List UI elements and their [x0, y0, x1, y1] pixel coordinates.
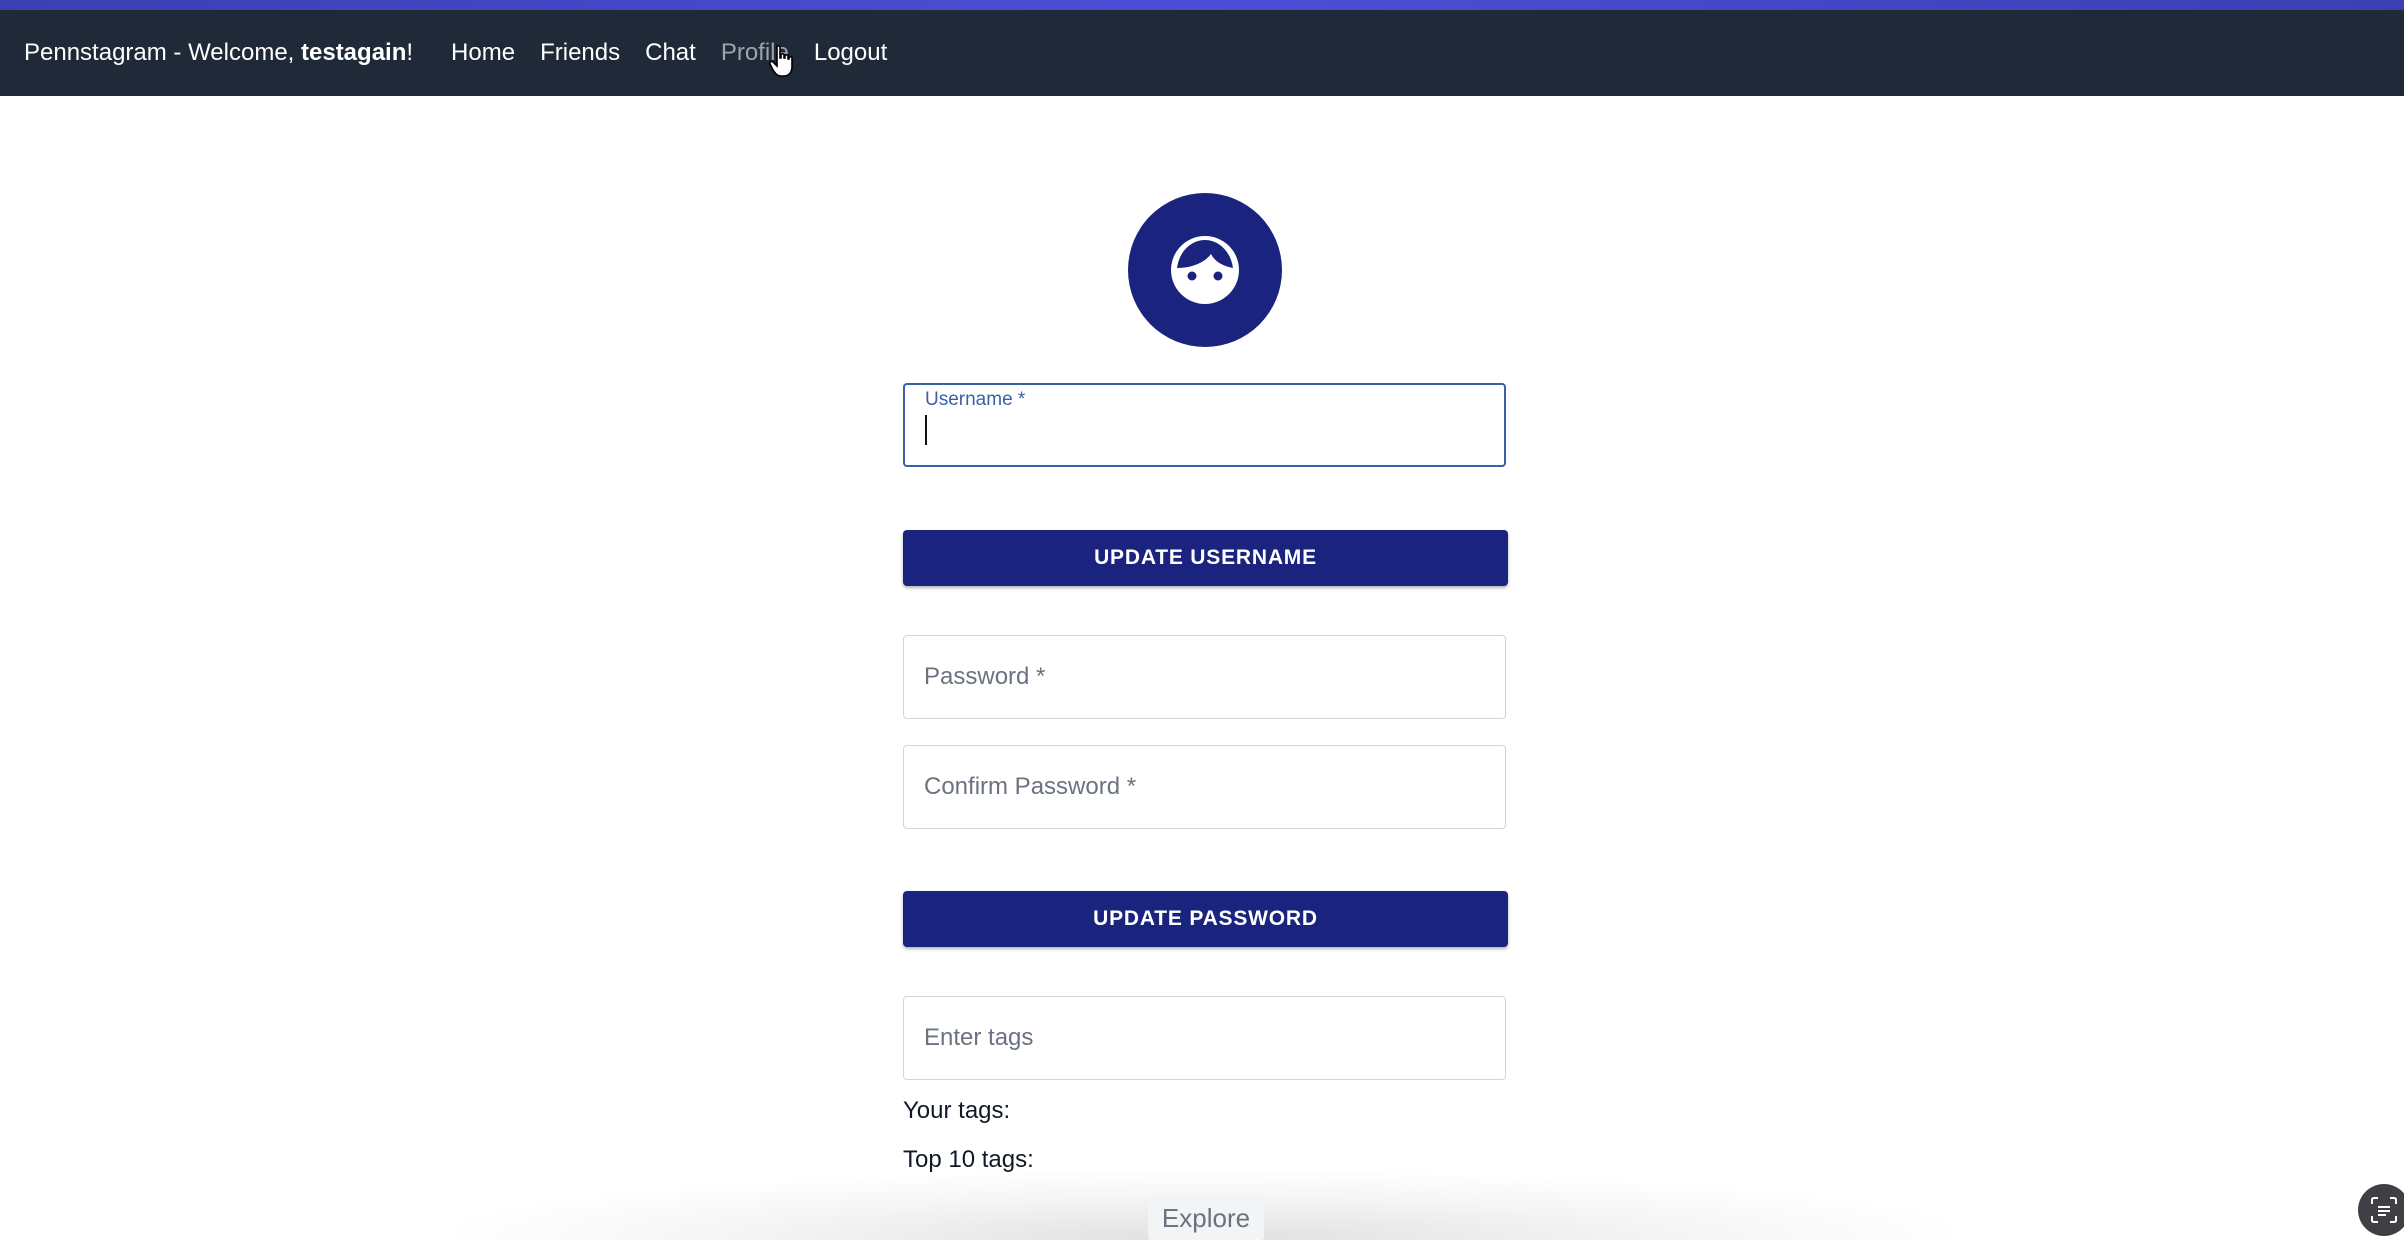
username-field[interactable]: Username * [903, 383, 1506, 467]
nav-links: Home Friends Chat Profile Logout [451, 39, 887, 67]
scan-icon [2371, 1197, 2397, 1223]
hand-cursor-icon [768, 45, 793, 77]
update-username-button[interactable]: UPDATE USERNAME [903, 530, 1508, 586]
password-field[interactable]: Password * [903, 635, 1506, 719]
top-accent-strip [0, 0, 2404, 10]
confirm-password-placeholder: Confirm Password * [924, 773, 1137, 800]
explore-button[interactable]: Explore [1148, 1196, 1264, 1240]
text-caret [925, 415, 927, 445]
profile-avatar[interactable] [1128, 193, 1282, 347]
top-tags-label: Top 10 tags: [903, 1146, 1034, 1173]
password-placeholder: Password * [924, 663, 1046, 690]
tags-input[interactable]: Enter tags [903, 996, 1506, 1080]
face-icon [1171, 236, 1239, 304]
tags-placeholder: Enter tags [924, 1024, 1034, 1051]
nav-logout-link[interactable]: Logout [814, 39, 887, 67]
confirm-password-field[interactable]: Confirm Password * [903, 745, 1506, 829]
your-tags-label: Your tags: [903, 1097, 1011, 1124]
update-password-button[interactable]: UPDATE PASSWORD [903, 891, 1508, 947]
current-username: testagain [301, 39, 407, 66]
nav-chat-link[interactable]: Chat [645, 39, 696, 67]
username-field-label: Username * [925, 389, 1026, 410]
brand-welcome: Pennstagram - Welcome, testagain! [24, 39, 414, 66]
screenshot-tool-button[interactable] [2358, 1184, 2404, 1236]
top-navbar: Pennstagram - Welcome, testagain! Home F… [0, 10, 2404, 96]
nav-home-link[interactable]: Home [451, 39, 515, 67]
nav-friends-link[interactable]: Friends [540, 39, 620, 67]
